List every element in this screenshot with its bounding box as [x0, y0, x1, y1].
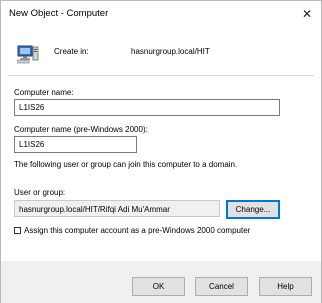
pre2000-name-input[interactable]: L1IS26 [14, 136, 137, 153]
join-info-text: The following user or group can join thi… [14, 160, 238, 169]
pre2000-name-label: Computer name (pre-Windows 2000): [14, 125, 148, 134]
ok-button[interactable]: OK [132, 277, 185, 296]
dialog-footer: OK Cancel Help [1, 261, 321, 303]
computer-icon [17, 45, 39, 64]
close-button[interactable]: ✕ [299, 6, 315, 22]
window-title: New Object - Computer [9, 8, 109, 19]
header-divider [9, 75, 314, 76]
create-in-path: hasnurgroup.local/HIT [131, 47, 210, 56]
new-object-computer-dialog: New Object - Computer ✕ Create in: hasnu… [0, 0, 322, 303]
computer-name-input[interactable]: L1IS26 [14, 99, 280, 116]
user-group-field: hasnurgroup.local/HIT/Rifqi Adi Mu'Ammar [14, 200, 220, 217]
cancel-button[interactable]: Cancel [195, 277, 248, 296]
assign-pre2000-checkbox[interactable] [14, 227, 21, 234]
create-in-label: Create in: [54, 47, 89, 56]
user-group-label: User or group: [14, 188, 66, 197]
help-button[interactable]: Help [259, 277, 312, 296]
computer-name-label: Computer name: [14, 88, 74, 97]
change-button[interactable]: Change... [226, 200, 280, 219]
assign-pre2000-label[interactable]: Assign this computer account as a pre-Wi… [24, 226, 250, 235]
title-bar: New Object - Computer ✕ [1, 1, 321, 27]
